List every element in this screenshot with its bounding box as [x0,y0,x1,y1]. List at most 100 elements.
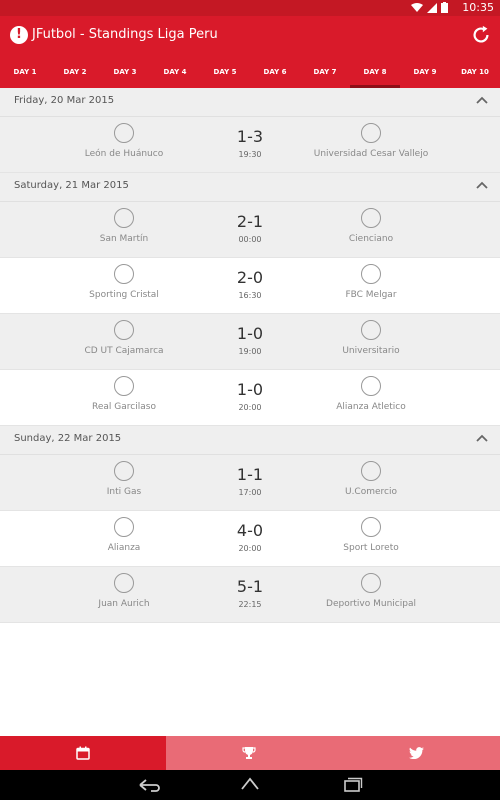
away-team-crest-icon [361,573,381,593]
home-team-crest-icon [114,376,134,396]
match-score: 1-0 [236,380,264,399]
away-team-name: Deportivo Municipal [326,599,416,609]
chevron-up-icon[interactable] [476,96,488,104]
away-team: Universitario [291,320,451,356]
back-icon[interactable] [137,777,161,793]
home-team: León de Huánuco [44,123,204,159]
app-logo-icon: ! [10,26,28,44]
day-header[interactable]: Friday, 20 Mar 2015 [0,88,500,117]
tab-day-6[interactable]: DAY 6 [250,56,300,88]
app-title: JFutbol - Standings Liga Peru [32,27,218,42]
away-team-name: U.Comercio [344,487,397,497]
match-row[interactable]: León de Huánuco 1-3 19:30 Universidad Cesar… [0,117,500,173]
match-score: 1-0 [236,324,264,343]
tab-day-7[interactable]: DAY 7 [300,56,350,88]
day-date: Friday, 20 Mar 2015 [14,95,115,106]
day-date: Saturday, 21 Mar 2015 [14,180,129,191]
home-team: Sporting Cristal [44,264,204,300]
day-header[interactable]: Sunday, 22 Mar 2015 [0,426,500,455]
away-team: U.Comercio [291,461,451,497]
tab-day-8[interactable]: DAY 8 [350,56,400,88]
home-icon[interactable] [238,777,262,793]
home-team-crest-icon [114,517,134,537]
recents-icon[interactable] [340,777,364,793]
status-time: 10:35 [462,1,494,14]
home-team-crest-icon [114,264,134,284]
status-bar: 10:35 [0,0,500,16]
home-team-name: Juan Aurich [98,599,150,609]
match-row[interactable]: Inti Gas 1-1 17:00 U.Comercio [0,455,500,511]
home-team: CD UT Cajamarca [44,320,204,356]
match-row[interactable]: Sporting Cristal 2-0 16:30 FBC Melgar [0,258,500,314]
away-team: FBC Melgar [291,264,451,300]
away-team-name: Sport Loreto [343,543,399,553]
signal-icon [427,2,437,13]
tab-day-10[interactable]: DAY 10 [450,56,500,88]
home-team-name: San Martín [99,234,149,244]
tab-day-4[interactable]: DAY 4 [150,56,200,88]
home-team-name: Real Garcilaso [92,402,156,412]
tab-standings[interactable] [166,736,332,770]
calendar-icon [76,746,90,760]
match-row[interactable]: Real Garcilaso 1-0 20:00 Alianza Atletico [0,370,500,426]
home-team-crest-icon [114,123,134,143]
away-team-crest-icon [361,208,381,228]
twitter-icon [408,747,424,759]
away-team-crest-icon [361,461,381,481]
match-row[interactable]: San Martín 2-1 00:00 Cienciano [0,202,500,258]
chevron-up-icon[interactable] [476,434,488,442]
away-team-crest-icon [361,376,381,396]
day-tabs: DAY 1 DAY 2 DAY 3 DAY 4 DAY 5 DAY 6 DAY 7 DAY 8… [0,56,500,88]
match-score: 5-1 [236,577,264,596]
tab-day-3[interactable]: DAY 3 [100,56,150,88]
refresh-icon[interactable] [470,24,492,46]
match-row[interactable]: Alianza 4-0 20:00 Sport Loreto [0,511,500,567]
tab-day-2[interactable]: DAY 2 [50,56,100,88]
day-header[interactable]: Saturday, 21 Mar 2015 [0,173,500,202]
match-row[interactable]: CD UT Cajamarca 1-0 19:00 Universitario [0,314,500,370]
tab-day-5[interactable]: DAY 5 [200,56,250,88]
away-team-name: Universitario [342,346,400,356]
away-team: Alianza Atletico [291,376,451,412]
home-team-name: CD UT Cajamarca [84,346,164,356]
home-team-name: Sporting Cristal [89,290,159,300]
away-team-crest-icon [361,517,381,537]
match-time: 22:15 [238,600,262,609]
home-team-name: Inti Gas [106,487,142,497]
home-team-name: Alianza [107,543,141,553]
home-team: Inti Gas [44,461,204,497]
battery-icon [441,2,448,13]
match-time: 17:00 [238,488,262,497]
trophy-icon [242,747,256,759]
away-team-name: Universidad Cesar Vallejo [313,149,429,159]
tab-day-9[interactable]: DAY 9 [400,56,450,88]
away-team-crest-icon [361,320,381,340]
match-score: 1-3 [236,127,264,146]
tab-calendar[interactable] [0,736,166,770]
match-time: 00:00 [238,235,262,244]
wifi-icon [411,2,423,12]
tab-day-1[interactable]: DAY 1 [0,56,50,88]
home-team-crest-icon [114,573,134,593]
away-team-name: Cienciano [348,234,394,244]
chevron-up-icon[interactable] [476,181,488,189]
tab-twitter[interactable] [332,736,500,770]
away-team: Cienciano [291,208,451,244]
away-team-crest-icon [361,264,381,284]
away-team-crest-icon [361,123,381,143]
match-row[interactable]: Juan Aurich 5-1 22:15 Deportivo Municipal [0,567,500,623]
match-score: 2-1 [236,212,264,231]
match-time: 19:30 [238,150,262,159]
match-list: Friday, 20 Mar 2015 León de Huánuco 1-3 19:… [0,88,500,736]
system-nav-bar [0,770,500,800]
match-time: 20:00 [238,544,262,553]
match-time: 19:00 [238,347,262,356]
home-team-crest-icon [114,461,134,481]
away-team: Universidad Cesar Vallejo [291,123,451,159]
home-team-crest-icon [114,208,134,228]
match-score: 4-0 [236,521,264,540]
bottom-nav [0,736,500,770]
app-bar: ! JFutbol - Standings Liga Peru [0,16,500,56]
home-team: Alianza [44,517,204,553]
home-team: Real Garcilaso [44,376,204,412]
